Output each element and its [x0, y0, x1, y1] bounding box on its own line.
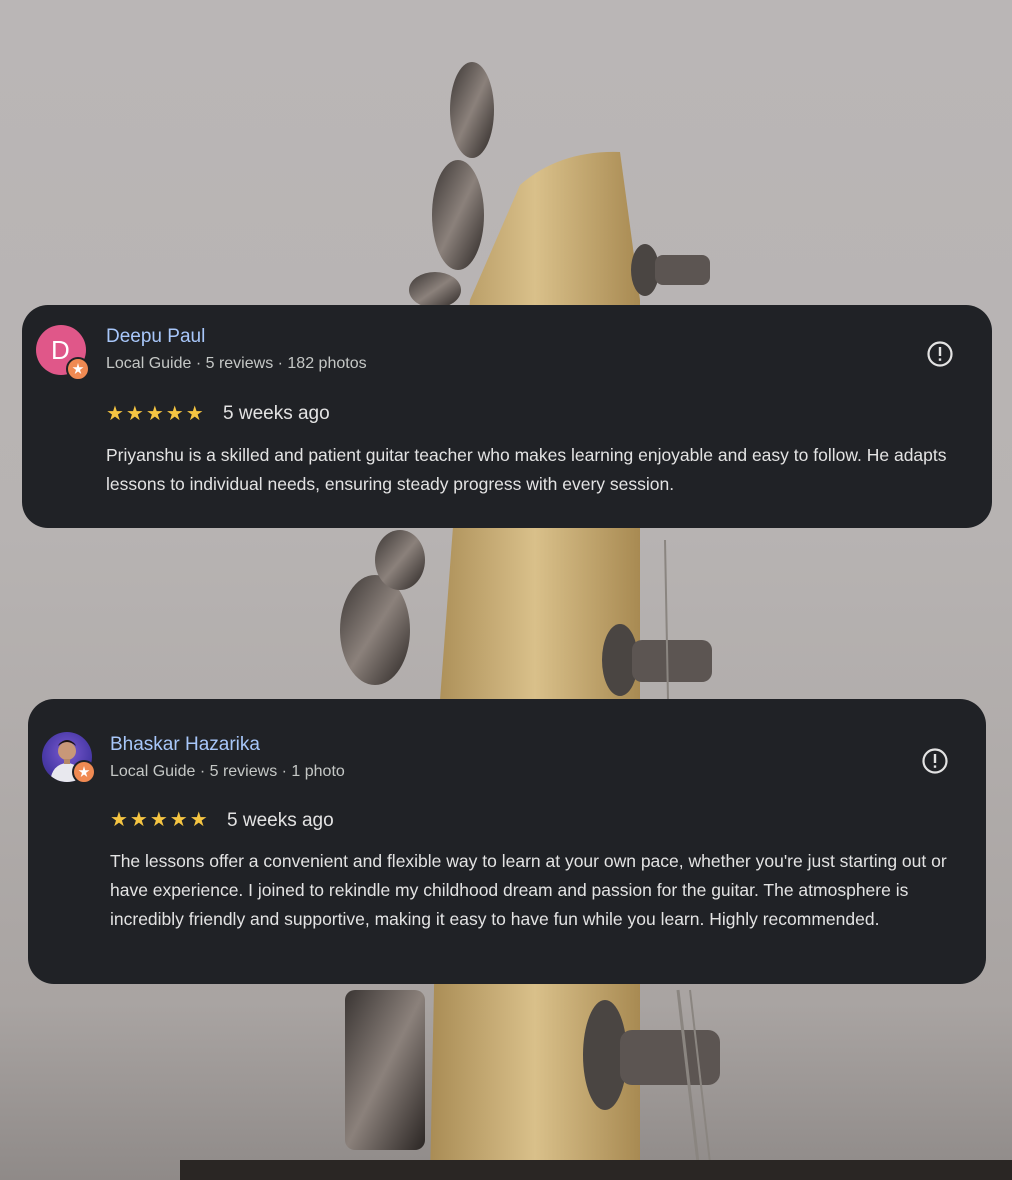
review-time: 5 weeks ago — [223, 403, 330, 424]
author-name[interactable]: Bhaskar Hazarika — [110, 734, 260, 756]
review-text: Priyanshu is a skilled and patient guita… — [106, 445, 947, 494]
review-time: 5 weeks ago — [227, 810, 334, 831]
star-rating: ★★★★★ — [110, 809, 210, 831]
review-text: The lessons offer a convenient and flexi… — [110, 851, 947, 929]
review-card: D Deepu Paul Local Guide · 5 reviews · 1… — [22, 305, 992, 528]
local-guide-badge-icon — [72, 760, 96, 784]
review-card: Bhaskar Hazarika Local Guide · 5 reviews… — [28, 699, 986, 984]
star-rating: ★★★★★ — [106, 403, 206, 425]
avatar-letter: D — [51, 335, 70, 365]
author-meta: Local Guide · 5 reviews · 1 photo — [110, 763, 345, 780]
report-flag-icon[interactable] — [926, 340, 954, 368]
guitar-headstock-image — [180, 62, 1012, 1180]
report-flag-icon[interactable] — [921, 747, 949, 775]
author-meta: Local Guide · 5 reviews · 182 photos — [106, 355, 367, 372]
local-guide-badge-icon — [66, 357, 90, 381]
author-name[interactable]: Deepu Paul — [106, 326, 205, 348]
background-photo — [0, 0, 1012, 1180]
